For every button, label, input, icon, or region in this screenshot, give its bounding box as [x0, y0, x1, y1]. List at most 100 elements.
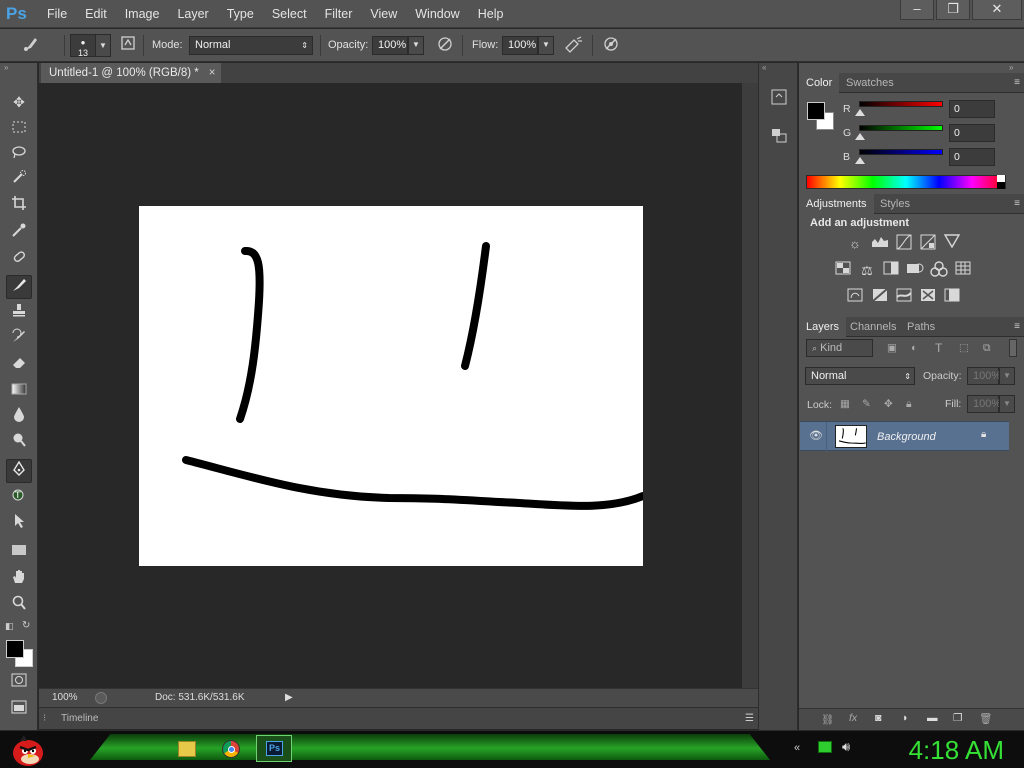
gradient-icon[interactable]: [6, 379, 32, 403]
eyedropper-icon[interactable]: [6, 221, 32, 245]
delete-layer-icon[interactable]: 🗑︎: [979, 712, 992, 725]
filter-shape-icon[interactable]: ⬚: [959, 342, 969, 354]
blend-mode-select[interactable]: Normal ⇕: [805, 367, 915, 385]
properties-panel-icon[interactable]: [768, 126, 790, 148]
zoom-icon[interactable]: [6, 594, 32, 618]
red-slider[interactable]: [859, 101, 943, 107]
menu-layer[interactable]: Layer: [168, 0, 217, 28]
blue-slider[interactable]: [859, 149, 943, 155]
status-menu-arrow-icon[interactable]: ▶: [285, 689, 293, 707]
start-button-angry-bird-icon[interactable]: [8, 731, 48, 768]
expand-icon[interactable]: «: [762, 63, 766, 72]
lock-pixels-icon[interactable]: ✎: [862, 398, 871, 410]
crop-icon[interactable]: [6, 194, 32, 218]
menu-view[interactable]: View: [361, 0, 406, 28]
blue-value-input[interactable]: 0: [949, 148, 995, 166]
pen-icon[interactable]: [6, 459, 32, 483]
opacity-input[interactable]: 100%: [372, 36, 408, 55]
color-balance-icon[interactable]: ⚖: [857, 261, 877, 281]
layer-opacity-dropdown[interactable]: ▼: [999, 367, 1015, 385]
filter-pixel-icon[interactable]: ▣: [887, 342, 897, 354]
chrome-icon[interactable]: [222, 740, 240, 758]
foreground-color-swatch[interactable]: [6, 640, 24, 658]
blur-icon[interactable]: [6, 405, 32, 429]
layer-mask-icon[interactable]: ◙: [875, 712, 881, 724]
history-panel-icon[interactable]: [768, 88, 790, 110]
layer-name[interactable]: Background: [877, 431, 936, 443]
close-button[interactable]: ✕: [972, 0, 1022, 20]
flow-input[interactable]: 100%: [502, 36, 538, 55]
lock-transparent-icon[interactable]: ▦: [840, 398, 850, 410]
opacity-dropdown[interactable]: ▼: [408, 36, 424, 55]
green-slider[interactable]: [859, 125, 943, 131]
status-info-icon[interactable]: [95, 692, 107, 704]
brush-icon[interactable]: [6, 275, 32, 299]
layer-filter-select[interactable]: ⌕ Kind: [806, 339, 873, 357]
red-slider-thumb[interactable]: [855, 109, 865, 116]
zoom-level[interactable]: 100%: [52, 689, 78, 707]
photoshop-taskbar-button[interactable]: Ps: [256, 735, 292, 762]
stamp-icon[interactable]: [6, 301, 32, 325]
color-panel-menu-icon[interactable]: ≡: [1014, 73, 1020, 93]
tab-adjustments[interactable]: Adjustments: [799, 194, 874, 214]
menu-edit[interactable]: Edit: [76, 0, 116, 28]
layer-row[interactable]: 👁︎ Background 🔒︎: [800, 421, 1009, 452]
volume-icon[interactable]: 🔊︎: [842, 739, 850, 755]
invert-icon[interactable]: [845, 288, 865, 308]
menu-image[interactable]: Image: [116, 0, 169, 28]
black-white-icon[interactable]: [881, 261, 901, 281]
tab-channels[interactable]: Channels: [843, 317, 903, 337]
posterize-icon[interactable]: [870, 288, 890, 308]
tab-styles[interactable]: Styles: [873, 194, 917, 214]
link-layers-icon[interactable]: ⛓︎: [821, 713, 834, 726]
collapse-icon[interactable]: »: [0, 63, 37, 73]
brush-size-picker[interactable]: ● 13: [70, 34, 96, 58]
show-hidden-icons-icon[interactable]: «: [794, 742, 800, 754]
channel-mixer-icon[interactable]: [929, 261, 949, 281]
document-tab[interactable]: Untitled-1 @ 100% (RGB/8) * ×: [41, 63, 222, 83]
file-explorer-icon[interactable]: [178, 741, 196, 757]
adjustment-layer-icon[interactable]: ◑: [901, 712, 907, 724]
adjustments-panel-menu-icon[interactable]: ≡: [1014, 194, 1020, 214]
eraser-icon[interactable]: [6, 353, 32, 377]
default-colors-icon[interactable]: ◧: [5, 621, 14, 632]
new-group-icon[interactable]: ▬: [927, 712, 938, 724]
gradient-map-icon[interactable]: [918, 288, 938, 308]
move-icon[interactable]: ✥: [6, 90, 32, 114]
tab-paths[interactable]: Paths: [900, 317, 942, 337]
pressure-size-icon[interactable]: [600, 35, 622, 56]
hand-icon[interactable]: [6, 568, 32, 592]
tab-swatches[interactable]: Swatches: [839, 73, 901, 93]
spectrum-white-chip[interactable]: [997, 175, 1005, 182]
flow-dropdown[interactable]: ▼: [538, 36, 554, 55]
color-panel-fg-swatch[interactable]: [807, 102, 825, 120]
blue-slider-thumb[interactable]: [855, 157, 865, 164]
close-tab-icon[interactable]: ×: [209, 67, 216, 79]
menu-help[interactable]: Help: [469, 0, 513, 28]
timeline-tab[interactable]: Timeline: [61, 708, 98, 729]
quick-mask-icon[interactable]: [6, 670, 32, 694]
brush-preset-icon[interactable]: [20, 35, 42, 56]
taskbar-clock[interactable]: 4:18 AM: [909, 733, 1004, 767]
selective-color-icon[interactable]: [942, 288, 962, 308]
menu-file[interactable]: File: [38, 0, 76, 28]
filter-smart-object-icon[interactable]: ⧉: [983, 342, 991, 355]
marquee-icon[interactable]: [6, 116, 32, 140]
collapse-panels-icon[interactable]: »: [799, 63, 1024, 73]
green-value-input[interactable]: 0: [949, 124, 995, 142]
menu-select[interactable]: Select: [263, 0, 316, 28]
layer-style-icon[interactable]: fx: [849, 712, 857, 724]
lock-all-icon[interactable]: 🔒︎: [906, 398, 912, 411]
levels-icon[interactable]: [870, 234, 890, 254]
tab-color[interactable]: Color: [799, 73, 840, 93]
brush-size-dropdown[interactable]: ▼: [95, 34, 111, 57]
swap-colors-icon[interactable]: ↻: [22, 620, 30, 631]
spectrum-black-chip[interactable]: [997, 182, 1005, 189]
filter-adjustment-icon[interactable]: ◐: [911, 342, 917, 354]
dodge-icon[interactable]: [6, 431, 32, 455]
brush-panel-toggle-icon[interactable]: [117, 35, 139, 56]
menu-filter[interactable]: Filter: [316, 0, 362, 28]
path-select-icon[interactable]: [6, 512, 32, 536]
menu-window[interactable]: Window: [406, 0, 468, 28]
filter-toggle-switch[interactable]: [1009, 339, 1017, 357]
